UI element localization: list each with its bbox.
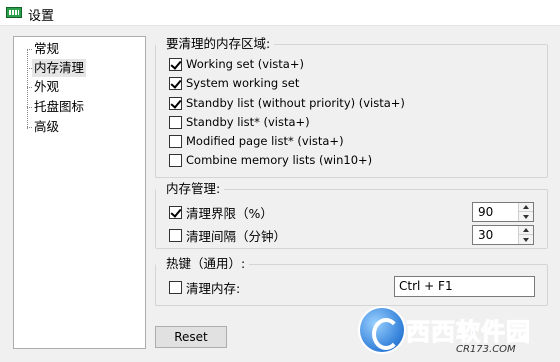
checkbox-system-working-set[interactable]: System working set <box>169 75 299 91</box>
hotkey-input[interactable]: Ctrl + F1 <box>394 276 535 297</box>
window-title: 设置 <box>28 9 55 24</box>
checkbox-clean-threshold[interactable]: 清理界限（%） <box>169 204 273 221</box>
checkbox-label: System working set <box>186 76 300 90</box>
arrow-up-icon <box>523 205 529 209</box>
arrow-up-icon <box>523 228 529 232</box>
checkbox-clean-interval[interactable]: 清理间隔（分钟） <box>169 227 287 244</box>
checkbox-box[interactable] <box>169 96 182 110</box>
checkbox-box[interactable] <box>169 153 182 167</box>
checkbox-label: 清理界限（%） <box>186 205 273 221</box>
checkbox-label: 清理内存: <box>186 280 241 296</box>
checkbox-label: Standby list* (vista+) <box>186 115 310 129</box>
checkbox-label: 清理间隔（分钟） <box>186 228 287 244</box>
checkbox-box[interactable] <box>169 205 182 219</box>
spin-down-button[interactable] <box>519 235 533 244</box>
checkbox-standby-list-no-priority[interactable]: Standby list (without priority) (vista+) <box>169 95 405 111</box>
spin-up-button[interactable] <box>519 226 533 235</box>
checkbox-box[interactable] <box>169 280 182 294</box>
checkbox-box[interactable] <box>169 57 182 71</box>
arrow-down-icon <box>523 237 529 242</box>
memory-management-title: 内存管理: <box>156 182 225 196</box>
settings-tree[interactable]: 常规 内存清理 外观 托盘图标 高级 <box>13 36 146 349</box>
spin-up-button[interactable] <box>519 203 533 212</box>
watermark: 西西软件园 CR173.COM <box>358 306 558 358</box>
interval-spinner[interactable]: 30 <box>472 225 534 245</box>
checkbox-box[interactable] <box>169 228 182 242</box>
spin-down-button[interactable] <box>519 212 533 221</box>
threshold-value[interactable]: 90 <box>478 205 493 219</box>
reset-button[interactable]: Reset <box>155 326 227 348</box>
checkbox-standby-list[interactable]: Standby list* (vista+) <box>169 114 310 130</box>
checkbox-clean-memory-hotkey[interactable]: 清理内存: <box>169 279 241 296</box>
tree-connector <box>27 49 28 129</box>
watermark-logo-icon <box>360 308 404 352</box>
watermark-brand-a: 西西 <box>406 318 456 347</box>
checkbox-modified-page-list[interactable]: Modified page list* (vista+) <box>169 133 344 149</box>
checkbox-label: Combine memory lists (win10+) <box>186 153 373 167</box>
memory-areas-title: 要清理的内存区域: <box>156 37 275 51</box>
threshold-spinner[interactable]: 90 <box>472 202 534 222</box>
tree-item-tray-icon[interactable]: 托盘图标 <box>32 98 86 116</box>
tree-item-memory-cleaning[interactable]: 内存清理 <box>32 59 87 77</box>
checkbox-label: Standby list (without priority) (vista+) <box>186 96 405 110</box>
checkbox-box[interactable] <box>169 134 182 148</box>
checkbox-working-set[interactable]: Working set (vista+) <box>169 56 304 72</box>
tree-item-general[interactable]: 常规 <box>32 40 61 58</box>
checkbox-box[interactable] <box>169 76 182 90</box>
app-memory-icon <box>6 7 22 18</box>
checkbox-label: Modified page list* (vista+) <box>186 134 344 148</box>
title-bar: 设置 <box>0 0 560 26</box>
watermark-brand-b: 软件园 <box>456 318 531 347</box>
checkbox-combine-memory-lists[interactable]: Combine memory lists (win10+) <box>169 152 372 168</box>
checkbox-label: Working set (vista+) <box>186 57 304 71</box>
tree-item-advanced[interactable]: 高级 <box>32 118 61 136</box>
hotkey-title: 热键（通用）: <box>156 257 250 271</box>
watermark-url: CR173.COM <box>456 344 516 355</box>
tree-item-appearance[interactable]: 外观 <box>32 78 61 96</box>
interval-value[interactable]: 30 <box>478 228 493 242</box>
checkbox-box[interactable] <box>169 115 182 129</box>
arrow-down-icon <box>523 214 529 219</box>
